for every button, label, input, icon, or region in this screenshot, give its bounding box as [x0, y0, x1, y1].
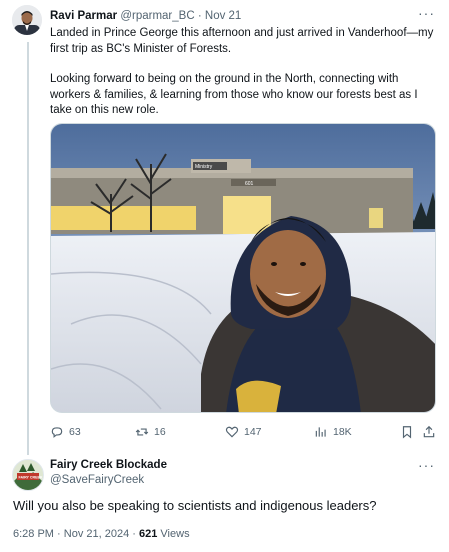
tweet-paragraph-1: Landed in Prince George this afternoon a… [50, 27, 434, 55]
tweet-paragraph-2: Looking forward to being on the ground i… [50, 73, 418, 116]
share-action[interactable] [422, 424, 436, 440]
repost-action[interactable]: 16 [135, 424, 166, 440]
reply-author-handle[interactable]: @SaveFairyCreek [50, 473, 167, 488]
tweet-header: Ravi Parmar @rparmar_BC · Nov 21 [50, 8, 435, 24]
selfie-image: Ministry 601 [51, 124, 435, 412]
reply-more-options-icon[interactable]: ··· [418, 458, 435, 472]
reply-author-name[interactable]: Fairy Creek Blockade [50, 458, 167, 473]
tweet-actions: 63 16 147 18K [50, 424, 436, 440]
reply-date[interactable]: Nov 21, 2024 [64, 528, 129, 540]
reply-icon [51, 427, 63, 438]
fairy-creek-logo: FAIRY CREEK [13, 460, 43, 490]
tweet-photo[interactable]: Ministry 601 [50, 123, 436, 413]
like-count: 147 [244, 426, 262, 438]
avatar-photo [12, 5, 42, 35]
reply-views-count: 621 [139, 528, 158, 540]
bookmark-icon [402, 426, 412, 439]
bookmark-action[interactable] [400, 424, 414, 440]
building-sign: Ministry [195, 164, 213, 170]
more-options-icon[interactable]: ··· [418, 6, 435, 20]
building-number: 601 [245, 181, 254, 187]
author-handle[interactable]: @rparmar_BC [120, 10, 194, 22]
share-icon [423, 425, 435, 438]
logo-text: FAIRY CREEK [19, 476, 43, 480]
reply-time[interactable]: 6:28 PM [13, 528, 54, 540]
analytics-icon [315, 427, 326, 437]
reply-count: 63 [69, 426, 81, 438]
heart-icon [225, 426, 239, 438]
thread-line [27, 42, 29, 455]
tweet-body: Landed in Prince George this afternoon a… [50, 26, 440, 119]
reply-meta: 6:28 PM · Nov 21, 2024 · 621 Views [13, 528, 190, 540]
repost-icon [135, 428, 149, 436]
author-name[interactable]: Ravi Parmar [50, 10, 117, 22]
header-separator: · [197, 10, 202, 22]
reply-body: Will you also be speaking to scientists … [13, 498, 377, 513]
reply-action[interactable]: 63 [50, 424, 81, 440]
repost-count: 16 [154, 426, 166, 438]
tweet-date[interactable]: Nov 21 [205, 10, 241, 22]
like-action[interactable]: 147 [225, 424, 262, 440]
meta-separator-1: · [57, 528, 61, 540]
author-avatar[interactable] [12, 5, 42, 35]
view-count: 18K [333, 426, 352, 438]
meta-separator-2: · [132, 528, 136, 540]
reply-views-label: Views [160, 528, 190, 540]
views-action[interactable]: 18K [314, 424, 352, 440]
reply-author-avatar[interactable]: FAIRY CREEK [12, 459, 44, 491]
reply-header: Fairy Creek Blockade @SaveFairyCreek [50, 458, 167, 488]
